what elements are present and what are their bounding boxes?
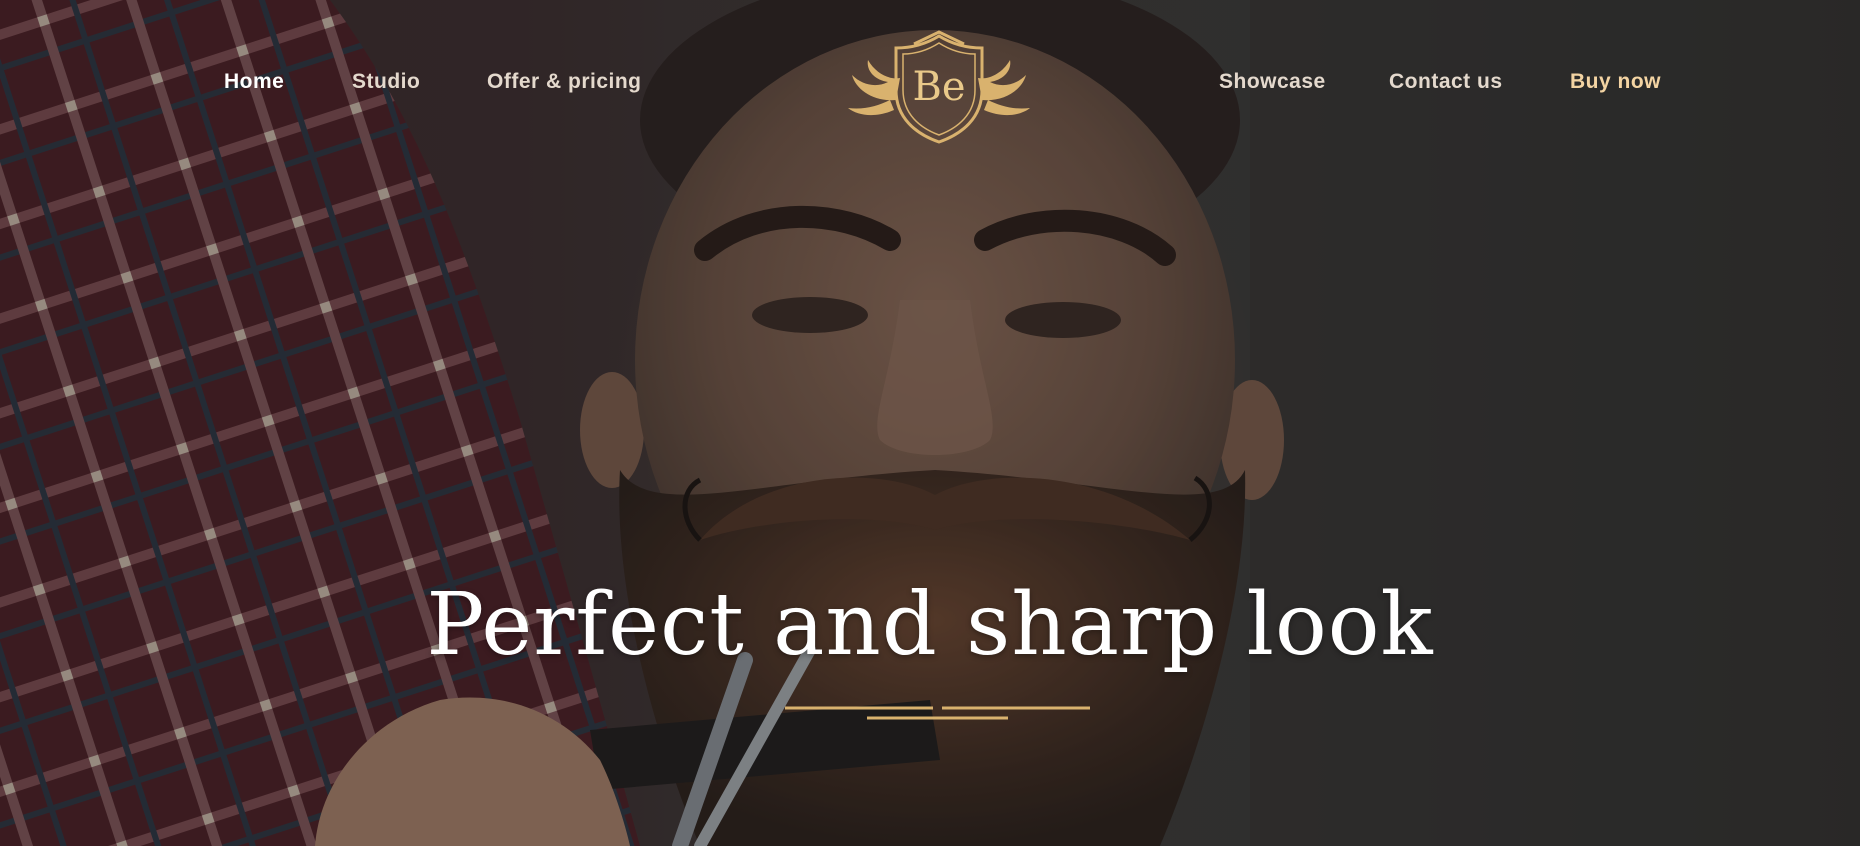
nav-link-showcase[interactable]: Showcase (1219, 70, 1326, 94)
nav-link-contact[interactable]: Contact us (1389, 70, 1503, 94)
nav-link-studio[interactable]: Studio (352, 70, 420, 94)
headline-divider (785, 706, 1090, 720)
hero-headline: Perfect and sharp look (426, 575, 1434, 675)
logo-text: Be (912, 64, 966, 110)
nav-link-offer-pricing[interactable]: Offer & pricing (487, 70, 642, 94)
nav-link-home[interactable]: Home (224, 70, 284, 94)
nav-link-buy-now[interactable]: Buy now (1570, 70, 1661, 94)
hero-section: Home Studio Offer & pricing Showcase Con… (0, 0, 1860, 846)
brand-logo[interactable]: Be (844, 30, 1034, 145)
